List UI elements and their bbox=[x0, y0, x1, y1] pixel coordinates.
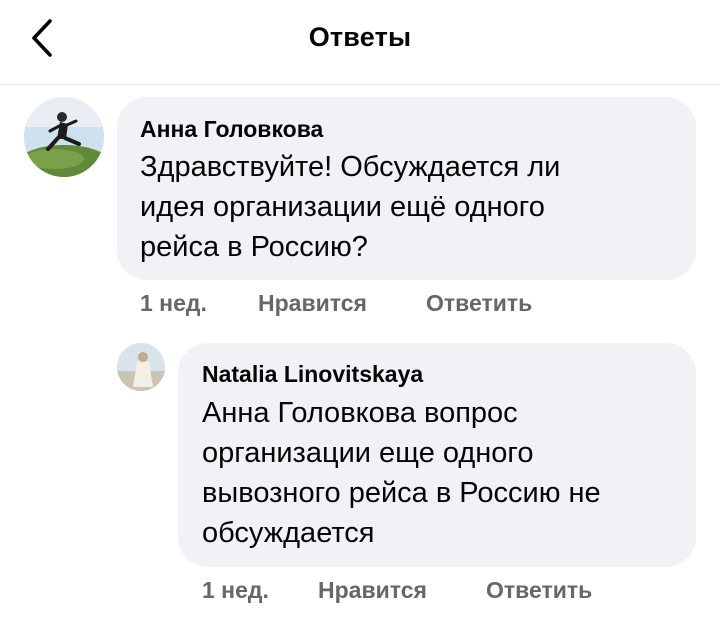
page-title: Ответы bbox=[308, 22, 412, 52]
comment-text-line: идея организации ещё одного bbox=[140, 191, 545, 223]
avatar[interactable] bbox=[117, 343, 165, 391]
comment-text-line: Здравствуйте! Обсуждается ли bbox=[140, 151, 561, 183]
comment-author[interactable]: Анна Головкова bbox=[140, 116, 323, 143]
comment-text-line: Анна Головкова вопрос bbox=[202, 397, 518, 429]
comment-text: Здравствуйте! Обсуждается ли идея органи… bbox=[140, 147, 560, 267]
comment-text-line: вывозного рейса в Россию не bbox=[202, 477, 601, 509]
like-button[interactable]: Нравится bbox=[258, 290, 367, 317]
avatar-photo bbox=[117, 343, 165, 391]
comment-text-line: обсуждается bbox=[202, 517, 375, 549]
comment-actions: 1 нед. Нравится Ответить bbox=[140, 290, 660, 318]
comment-author[interactable]: Natalia Linovitskaya bbox=[202, 361, 423, 388]
comment-text: Анна Головкова вопрос организации еще од… bbox=[202, 393, 601, 553]
comment-actions: 1 нед. Нравится Ответить bbox=[202, 577, 702, 605]
comment-text-line: организации еще одного bbox=[202, 437, 534, 469]
like-button[interactable]: Нравится bbox=[318, 577, 427, 604]
top-bar: Ответы bbox=[0, 0, 720, 85]
reply-button[interactable]: Ответить bbox=[486, 577, 592, 604]
comment-text-line: рейса в Россию? bbox=[140, 231, 368, 263]
avatar[interactable] bbox=[24, 97, 104, 177]
reply-button[interactable]: Ответить bbox=[426, 290, 532, 317]
avatar-photo bbox=[24, 97, 104, 177]
comment-timestamp[interactable]: 1 нед. bbox=[140, 290, 207, 317]
comment-timestamp[interactable]: 1 нед. bbox=[202, 577, 269, 604]
